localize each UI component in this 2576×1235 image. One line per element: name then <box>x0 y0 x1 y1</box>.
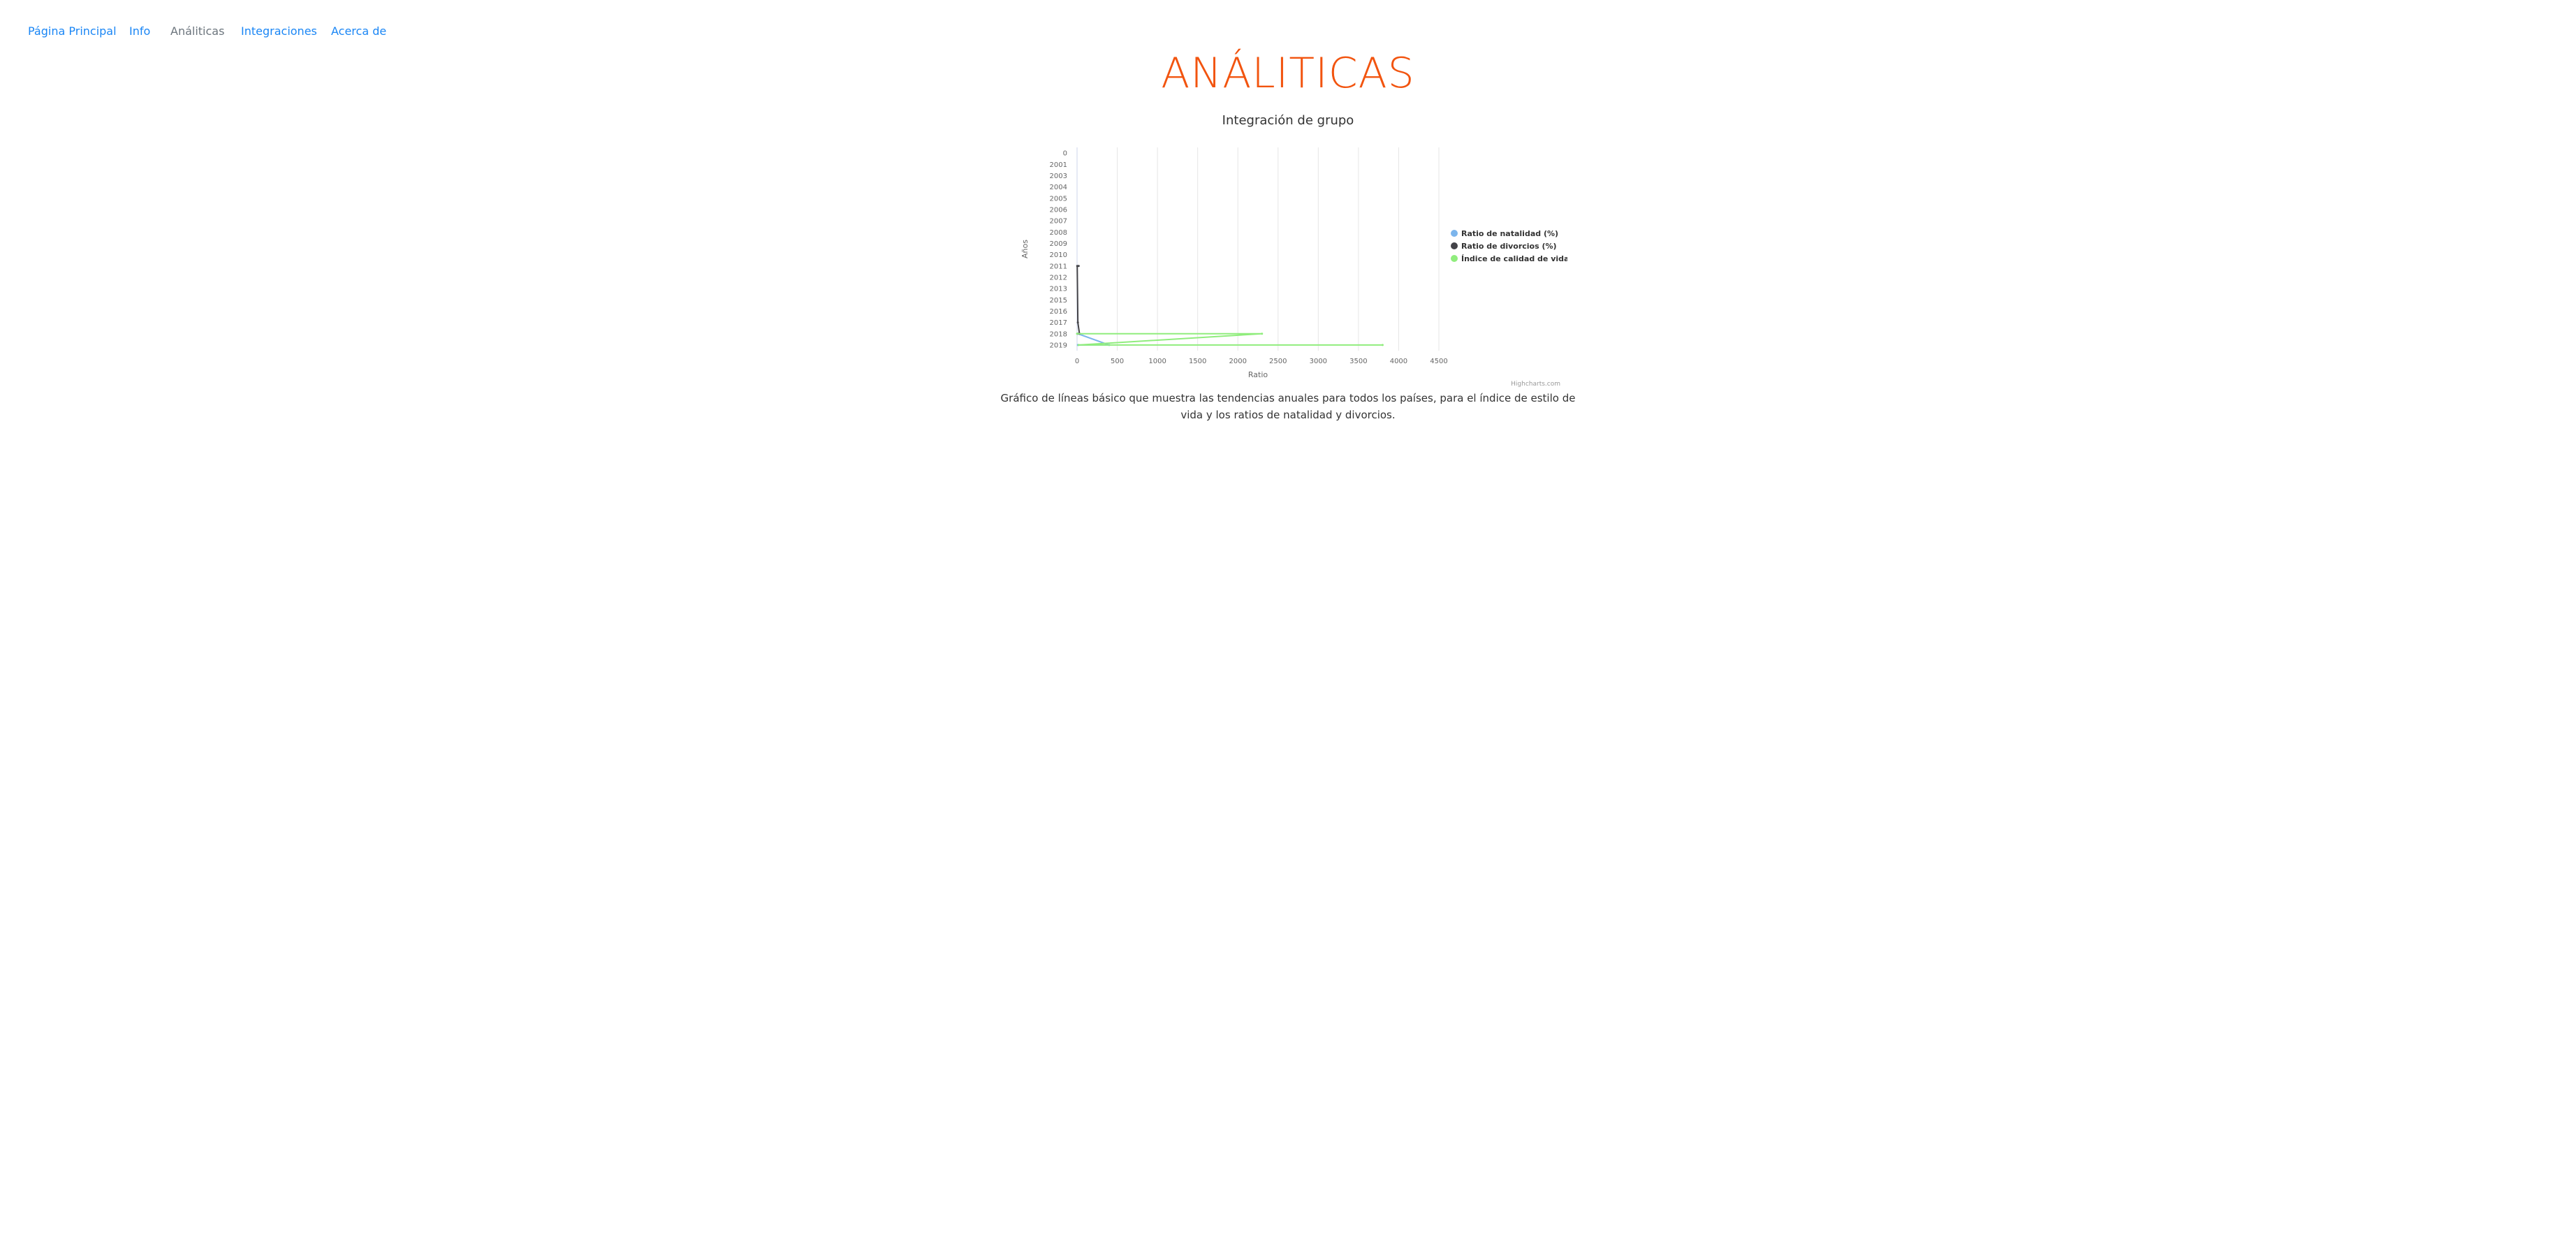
chart-container: Integración de grupo 0 500 1000 1500 2000 2500… <box>1009 105 1567 391</box>
y-tick-label: 2005 <box>1050 195 1067 203</box>
x-tick-label: 4000 <box>1390 358 1407 365</box>
x-tick-label: 1000 <box>1148 358 1166 365</box>
legend-marker <box>1451 230 1458 237</box>
y-tick-label: 2017 <box>1050 319 1067 327</box>
x-tick-label: 4500 <box>1430 358 1447 365</box>
x-tick-label: 2500 <box>1269 358 1287 365</box>
x-tick-label: 500 <box>1111 358 1124 365</box>
series-line-1[interactable] <box>1076 265 1081 335</box>
y-tick-label: 2015 <box>1050 297 1067 305</box>
y-tick-label: 2016 <box>1050 308 1067 316</box>
y-axis-title: Años <box>1020 240 1030 258</box>
series-line-2[interactable] <box>1077 332 1383 346</box>
legend-marker <box>1451 242 1458 249</box>
x-tick-label: 3000 <box>1310 358 1327 365</box>
legend-label: Índice de calidad de vida <box>1461 254 1567 263</box>
legend-item[interactable]: Ratio de natalidad (%) <box>1451 229 1558 238</box>
legend-item[interactable]: Índice de calidad de vida <box>1451 254 1567 263</box>
x-tick-label: 3500 <box>1349 358 1367 365</box>
legend-marker <box>1451 255 1458 262</box>
y-tick-label: 2001 <box>1050 161 1067 169</box>
legend-item[interactable]: Ratio de divorcios (%) <box>1451 242 1557 251</box>
legend-label: Ratio de divorcios (%) <box>1461 242 1557 251</box>
data-point <box>1381 344 1384 346</box>
chart-credits[interactable]: Highcharts.com <box>1511 381 1560 388</box>
y-tick-label: 2008 <box>1050 229 1067 237</box>
y-tick-label: 2011 <box>1050 263 1067 270</box>
data-point <box>1261 332 1264 335</box>
data-point <box>1076 265 1078 268</box>
data-point <box>1076 332 1078 335</box>
y-tick-label: 0 <box>1063 150 1067 158</box>
y-tick-label: 2009 <box>1050 240 1067 248</box>
x-tick-label: 2000 <box>1229 358 1246 365</box>
y-tick-label: 2013 <box>1050 286 1067 293</box>
x-axis-title: Ratio <box>1248 370 1268 379</box>
nav-link-home[interactable]: Página Principal <box>28 23 117 40</box>
y-tick-label: 2018 <box>1050 330 1067 338</box>
x-tick-label: 1500 <box>1189 358 1206 365</box>
nav-link-about[interactable]: Acerca de <box>331 23 386 40</box>
data-point <box>1076 321 1079 324</box>
legend-label: Ratio de natalidad (%) <box>1461 229 1558 238</box>
y-tick-label: 2007 <box>1050 218 1067 226</box>
y-tick-label: 2003 <box>1050 173 1067 180</box>
x-tick-label: 0 <box>1075 358 1079 365</box>
data-point <box>1077 344 1080 346</box>
line-chart: Integración de grupo 0 500 1000 1500 2000 2500… <box>1020 113 1567 388</box>
y-tick-label: 2004 <box>1050 184 1067 191</box>
y-tick-label: 2010 <box>1050 251 1067 259</box>
chart-title: Integración de grupo <box>1222 113 1354 128</box>
nav-link-integrations[interactable]: Integraciones <box>241 23 317 40</box>
page-title: ANÁLITICAS <box>1161 49 1415 98</box>
nav-link-info[interactable]: Info <box>129 23 150 40</box>
nav-link-analytics[interactable]: Análiticas <box>170 23 224 40</box>
y-tick-label: 2006 <box>1050 206 1067 214</box>
chart-caption: Gráfico de líneas básico que muestra las… <box>1000 392 1576 421</box>
y-tick-label: 2019 <box>1050 342 1067 349</box>
y-tick-label: 2012 <box>1050 274 1067 282</box>
